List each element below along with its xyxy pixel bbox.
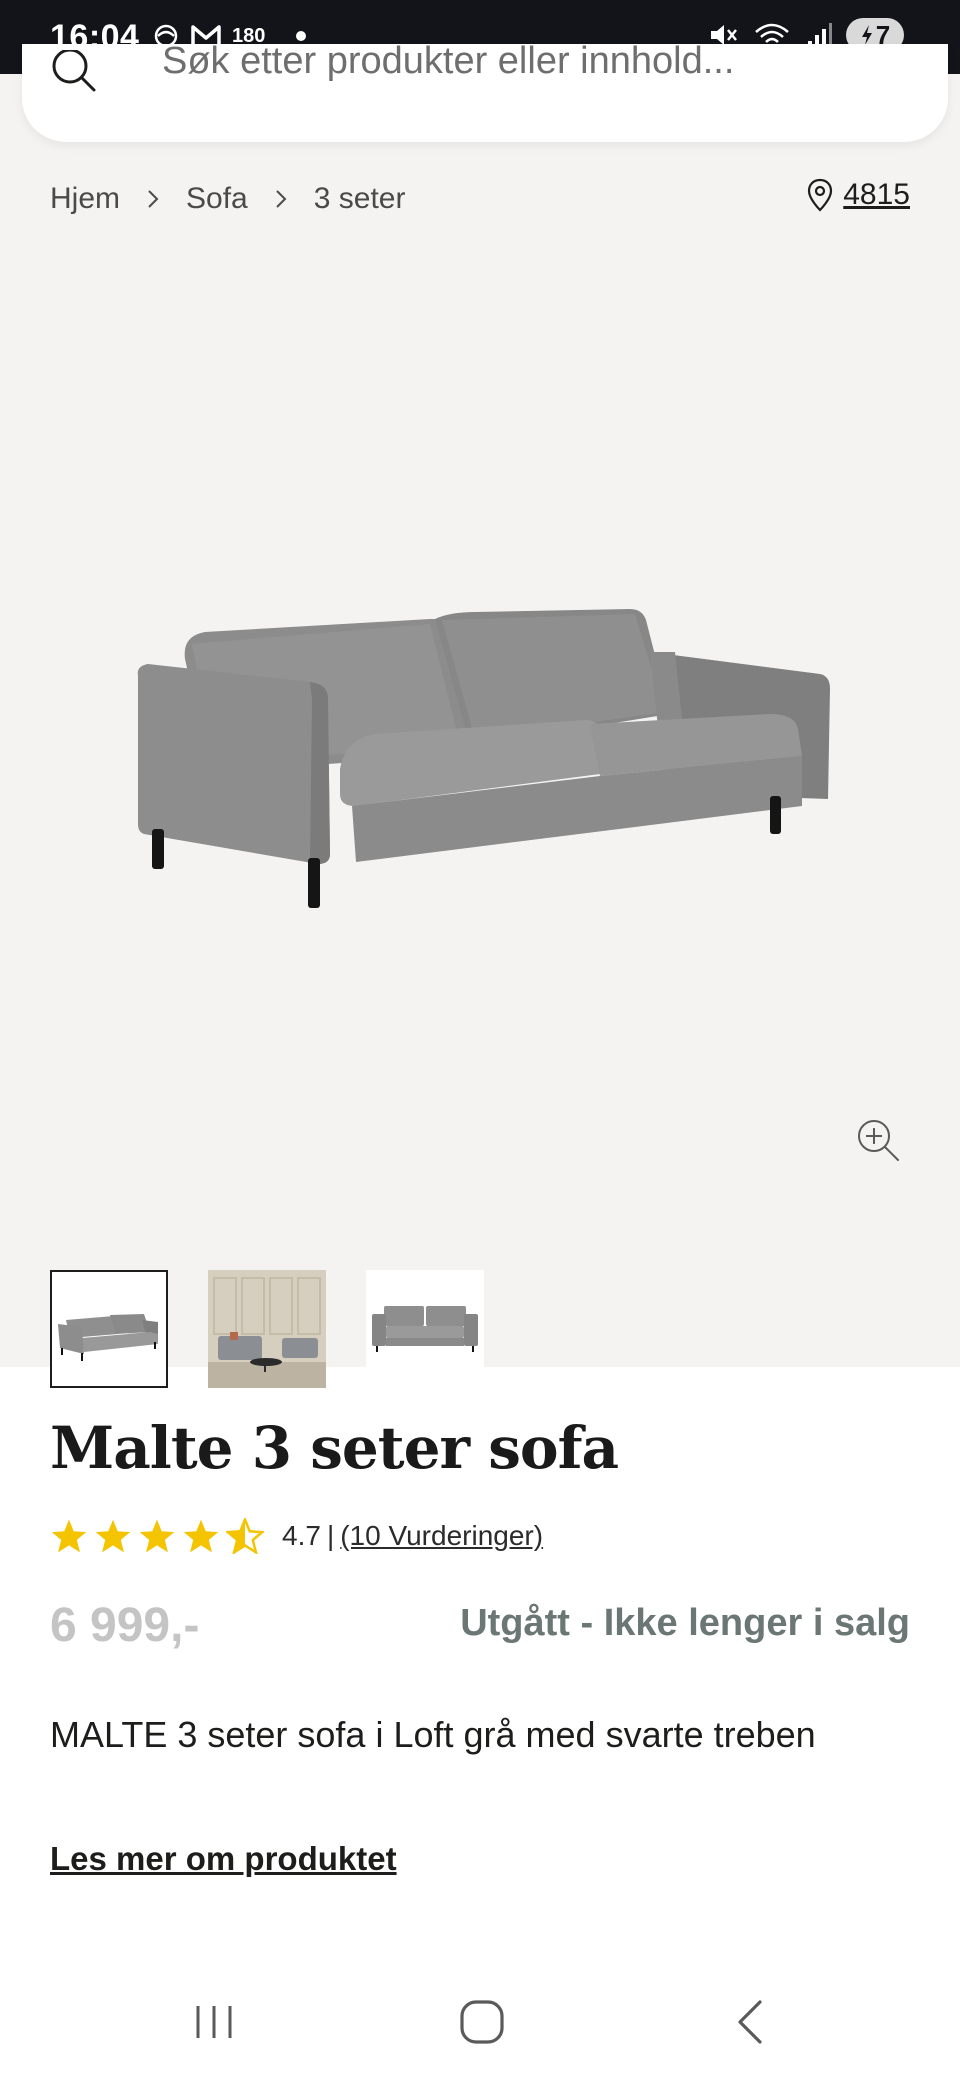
- breadcrumb-home[interactable]: Hjem: [50, 182, 120, 216]
- star-full-icon: [95, 1519, 131, 1553]
- product-price: 6 999,-: [50, 1599, 200, 1652]
- rating-row: 4.7 | (10 Vurderinger): [50, 1518, 543, 1554]
- store-location[interactable]: 4815: [807, 178, 910, 212]
- thumbnail-sofa-straight[interactable]: [366, 1270, 484, 1388]
- star-full-icon: [183, 1519, 219, 1553]
- search-icon[interactable]: [50, 50, 100, 96]
- rating-value: 4.7: [282, 1520, 321, 1551]
- search-bar[interactable]: Søk etter produkter eller innhold...: [22, 44, 948, 142]
- chevron-right-icon: [274, 188, 288, 210]
- star-full-icon: [139, 1519, 175, 1553]
- location-pin-icon: [808, 178, 833, 212]
- availability-status: Utgått - Ikke lenger i salg: [460, 1602, 910, 1644]
- system-navigation-bar: [0, 1960, 960, 2080]
- battery-charging-icon: [861, 25, 872, 45]
- star-full-icon: [51, 1519, 87, 1553]
- product-gallery: Søk etter produkter eller innhold... Hje…: [0, 44, 960, 1388]
- location-zip[interactable]: 4815: [843, 178, 910, 212]
- rating-count-link[interactable]: (10 Vurderinger): [340, 1520, 543, 1552]
- product-main-image[interactable]: [130, 524, 830, 984]
- search-input[interactable]: Søk etter produkter eller innhold...: [162, 44, 734, 83]
- thumbnail-sofa-room[interactable]: [208, 1270, 326, 1388]
- recent-apps-icon[interactable]: [184, 1994, 244, 2050]
- breadcrumb: Hjem Sofa 3 seter: [50, 182, 405, 216]
- product-description: MALTE 3 seter sofa i Loft grå med svarte…: [50, 1714, 816, 1755]
- read-more-link[interactable]: Les mer om produktet: [50, 1840, 397, 1878]
- back-icon[interactable]: [722, 1994, 782, 2050]
- breadcrumb-3-seter[interactable]: 3 seter: [314, 182, 406, 216]
- home-icon[interactable]: [452, 1994, 512, 2050]
- thumbnail-sofa-front[interactable]: [50, 1270, 168, 1388]
- zoom-in-icon[interactable]: [854, 1116, 902, 1164]
- breadcrumb-sofa[interactable]: Sofa: [186, 182, 248, 216]
- product-title: Malte 3 seter sofa: [50, 1414, 619, 1482]
- star-half-icon: [226, 1518, 264, 1554]
- chevron-right-icon: [146, 188, 160, 210]
- dot-icon: [296, 31, 307, 41]
- rating-separator: |: [326, 1520, 335, 1551]
- thumbnail-strip: [50, 1270, 484, 1388]
- rating-stars: [50, 1518, 264, 1554]
